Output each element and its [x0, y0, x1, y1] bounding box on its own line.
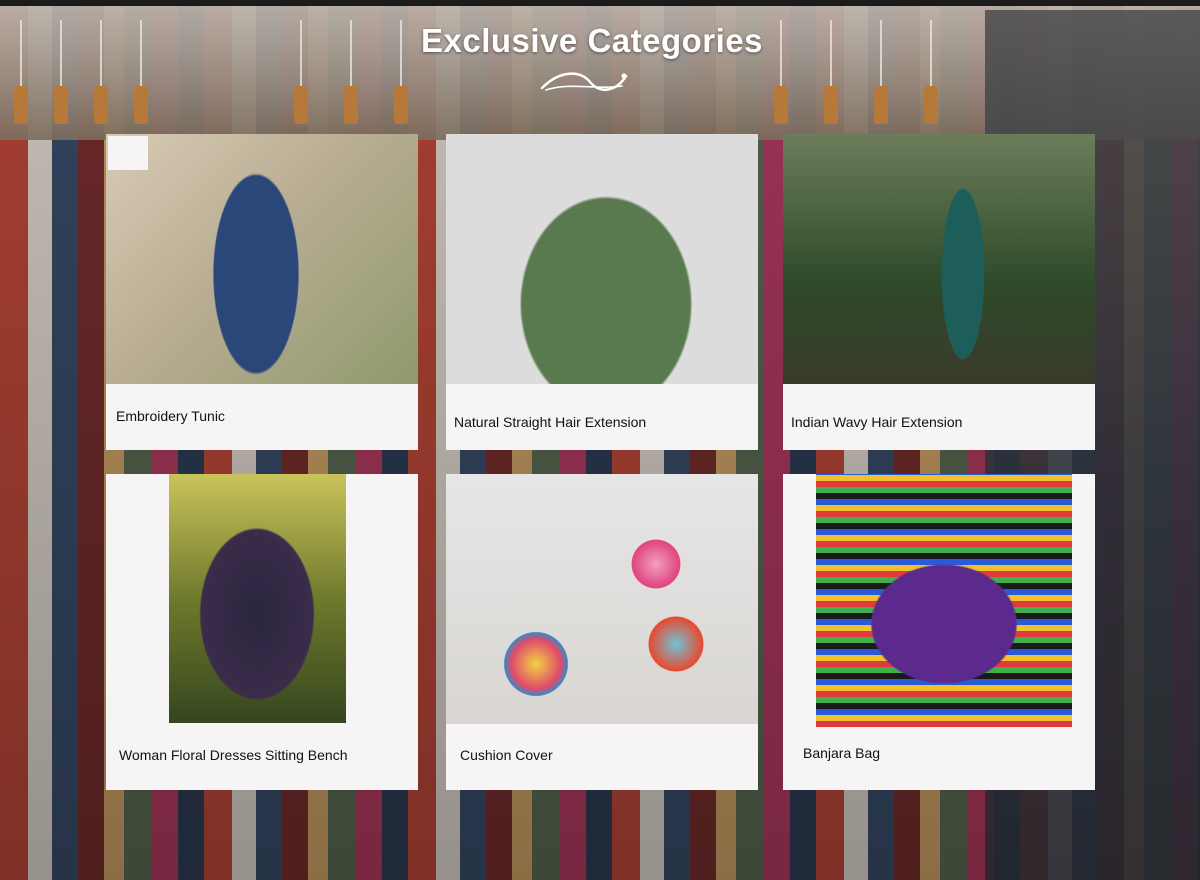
- indian-wavy-hair-image[interactable]: [783, 134, 1095, 384]
- top-divider-bar: [0, 0, 1200, 6]
- category-card-banjara-bag[interactable]: Banjara Bag: [783, 474, 1095, 790]
- category-card-indian-wavy-hair[interactable]: Indian Wavy Hair Extension: [783, 134, 1095, 450]
- swirl-divider-icon: [540, 72, 628, 91]
- category-card-cushion-cover[interactable]: Cushion Cover: [446, 474, 758, 790]
- category-card-natural-straight-hair[interactable]: Natural Straight Hair Extension: [446, 134, 758, 450]
- category-label[interactable]: Cushion Cover: [460, 747, 553, 763]
- cushion-cover-image[interactable]: [446, 474, 758, 724]
- category-label[interactable]: Woman Floral Dresses Sitting Bench: [119, 747, 348, 763]
- embroidery-tunic-image[interactable]: [106, 134, 418, 384]
- category-card-woman-floral-dresses[interactable]: Woman Floral Dresses Sitting Bench: [106, 474, 418, 790]
- woman-floral-dresses-image[interactable]: [169, 474, 346, 723]
- category-label[interactable]: Embroidery Tunic: [116, 408, 225, 424]
- banjara-bag-image[interactable]: [816, 474, 1072, 727]
- category-label[interactable]: Indian Wavy Hair Extension: [791, 414, 962, 430]
- natural-straight-hair-image[interactable]: [446, 134, 758, 384]
- category-label[interactable]: Natural Straight Hair Extension: [454, 414, 646, 430]
- category-label[interactable]: Banjara Bag: [803, 745, 880, 761]
- section-title: Exclusive Categories: [421, 22, 763, 59]
- category-card-embroidery-tunic[interactable]: Embroidery Tunic: [106, 134, 418, 450]
